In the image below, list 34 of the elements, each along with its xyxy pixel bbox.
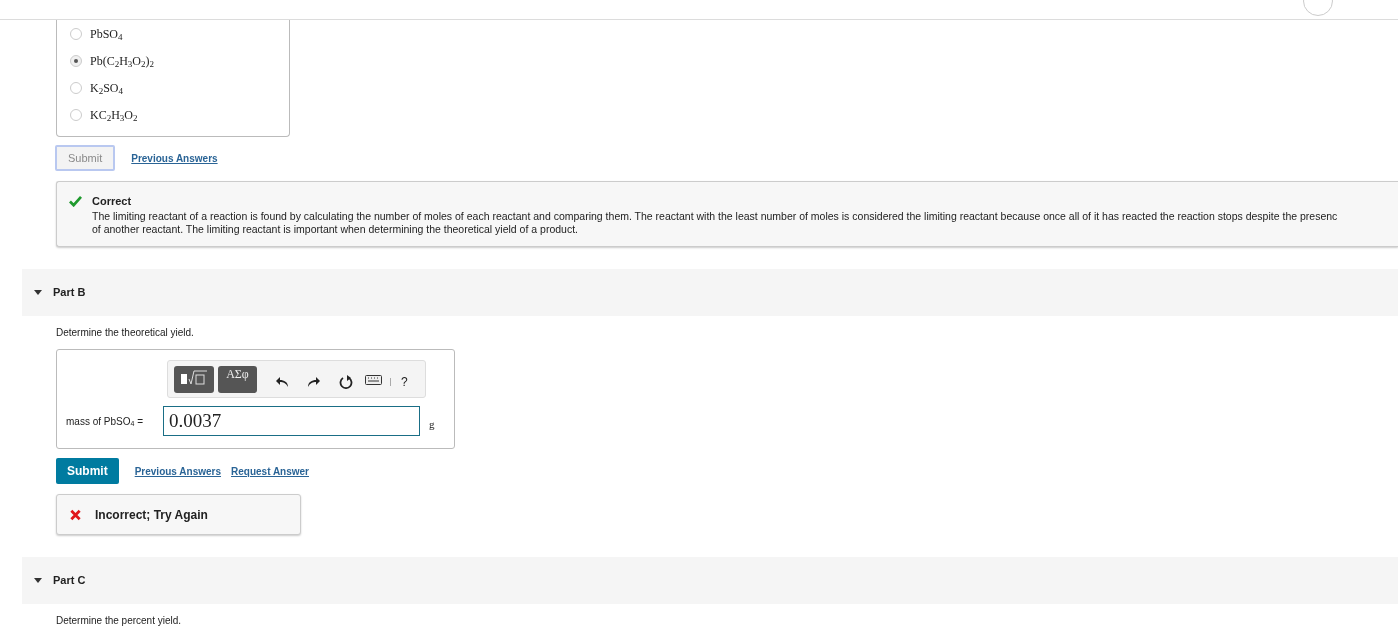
root-template-icon (179, 368, 209, 385)
option-label: K$_{2}$SO$_{4}$ (90, 79, 123, 97)
unit-label: g (429, 416, 435, 432)
caret-icon (34, 290, 42, 295)
radio-button[interactable] (70, 54, 82, 67)
undo-icon (275, 375, 289, 389)
keyboard-icon (365, 375, 382, 385)
feedback-title: Incorrect; Try Again (95, 507, 208, 524)
link[interactable]: Previous Answers (131, 150, 218, 166)
question-text: Determine the theoretical yield. (56, 326, 195, 340)
redo-icon (307, 375, 321, 389)
undo-button[interactable] (275, 375, 289, 389)
feedback-text: The limiting reactant of a reaction is found by calculating the number of moles of each reactant and comparing them. The reactant with the least number of moles is considered the limiting reactant because once all of it has reacted the reaction stops despite the presenc (92, 209, 1338, 223)
answer-label: mass of PbSO$_{4}$ = (66, 414, 144, 429)
question-text: Determine the percent yield. (56, 614, 183, 628)
feedback-title: Correct (92, 194, 133, 209)
option-label: PbSO$_{4}$ (90, 25, 123, 43)
reset-button[interactable] (339, 375, 353, 389)
part-header[interactable]: Part C (22, 557, 1398, 604)
templates-button[interactable] (174, 365, 214, 393)
option-label: KC$_{2}$H$_{3}$O$_{2}$ (90, 106, 138, 124)
option-label: Pb(C$_{2}$H$_{3}$O$_{2}$)$_{2}$ (90, 52, 155, 70)
feedback-text: of another reactant. The limiting reactant is important when determining the theoretical yield of a product. (92, 222, 579, 236)
caret-icon (34, 578, 42, 583)
answer-input[interactable]: 0.0037 (163, 406, 420, 436)
link[interactable]: Previous Answers (134, 463, 221, 479)
greek-letters-button[interactable]: ΑΣφ (218, 365, 257, 393)
reset-icon (339, 375, 353, 389)
part-header[interactable]: Part B (22, 269, 1398, 316)
redo-button[interactable] (307, 375, 321, 389)
link[interactable]: Request Answer (231, 463, 309, 479)
keyboard-button[interactable] (365, 375, 382, 385)
help-button[interactable]: ? (401, 373, 408, 391)
submit-button[interactable]: Submit (56, 458, 119, 484)
